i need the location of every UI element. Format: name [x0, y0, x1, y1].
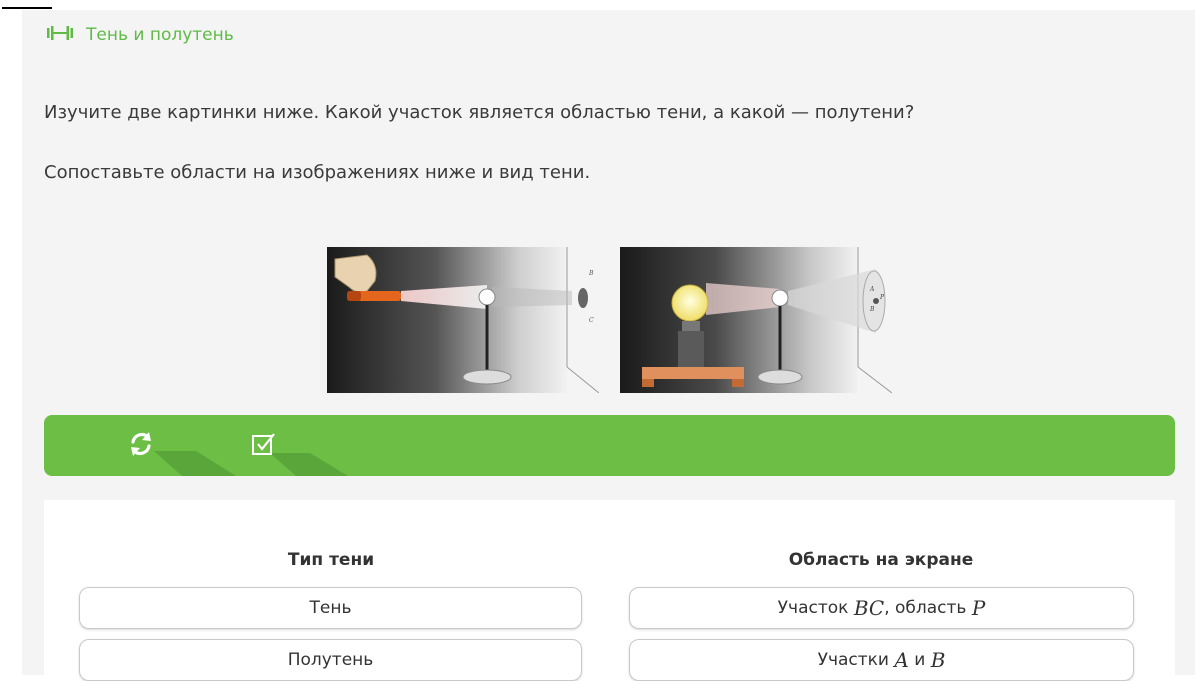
task-content: Тень и полутень Изучите две картинки ниж…	[22, 10, 1195, 681]
math-p: P	[971, 596, 986, 620]
option-area-bc-p[interactable]: Участок BC , область P	[629, 587, 1134, 629]
option-shadow[interactable]: Тень	[79, 587, 582, 629]
svg-text:B: B	[869, 306, 875, 313]
page: Тень и полутень Изучите две картинки ниж…	[0, 0, 1195, 681]
area-label-mid: , область	[884, 598, 972, 618]
refresh-button[interactable]	[86, 415, 196, 476]
math-b: B	[930, 648, 946, 672]
illustration-lamp: A P B	[620, 247, 892, 393]
svg-text:A: A	[869, 286, 875, 293]
checkbox-check-icon	[250, 430, 278, 462]
area-label-mid: и	[908, 650, 931, 670]
svg-text:C: C	[589, 317, 594, 324]
dumbbell-icon	[46, 25, 74, 45]
shadow-type-header: Тип тени	[287, 550, 375, 570]
illustration-flashlight: B C	[327, 247, 599, 393]
svg-text:B: B	[588, 270, 594, 277]
question-text: Изучите две картинки ниже. Какой участок…	[44, 102, 915, 123]
task-title: Тень и полутень	[86, 25, 234, 45]
math-a: A	[894, 648, 909, 672]
screen-area-header: Область на экране	[788, 550, 974, 570]
area-label-prefix: Участок	[777, 598, 854, 618]
instruction-text: Сопоставьте области на изображениях ниже…	[44, 162, 591, 183]
check-answer-button[interactable]	[209, 415, 319, 476]
math-bc: BC	[853, 596, 885, 620]
matching-panel: Тип тени Область на экране Тень Полутень…	[44, 500, 1175, 681]
task-header: Тень и полутень	[46, 24, 234, 46]
action-toolbar	[44, 415, 1175, 476]
area-label-prefix: Участки	[817, 650, 895, 670]
refresh-icon	[127, 430, 155, 462]
